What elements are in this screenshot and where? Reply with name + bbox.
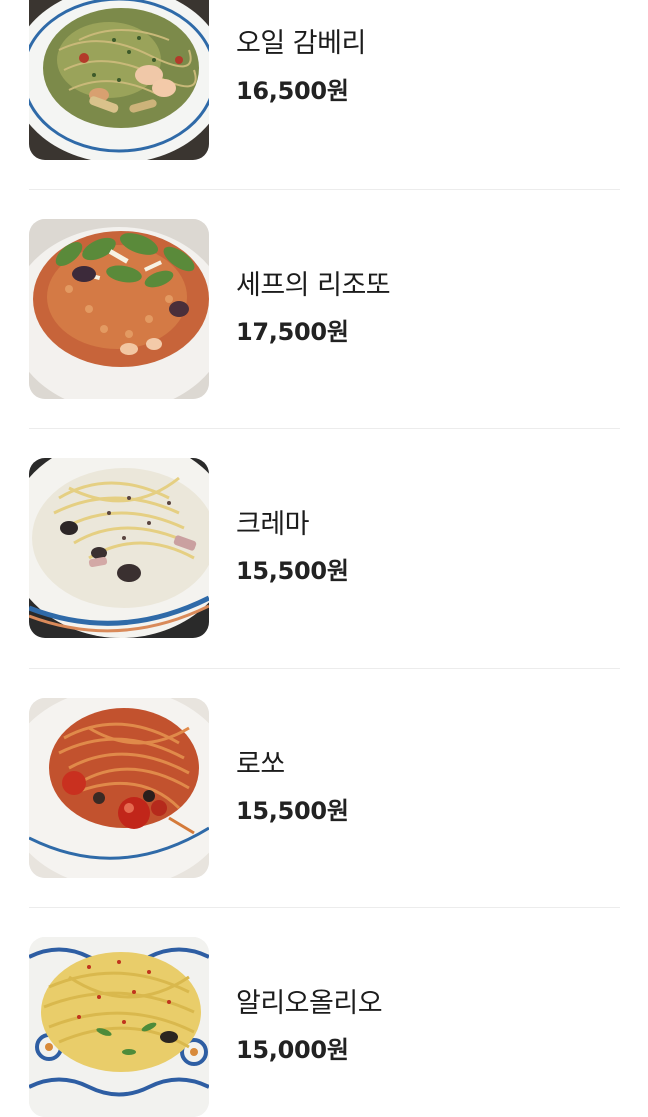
divider bbox=[29, 189, 620, 190]
divider bbox=[29, 428, 620, 429]
menu-item-chef-risotto[interactable]: 세프의 리조또 17,500원 bbox=[29, 219, 620, 399]
menu-item-price: 15,000원 bbox=[236, 1036, 349, 1064]
menu-item-crema[interactable]: 크레마 15,500원 bbox=[29, 458, 620, 638]
menu-item-name: 알리오올리오 bbox=[236, 988, 383, 1019]
oil-gamberi-pasta-photo bbox=[29, 0, 209, 160]
menu-item-aglio-olio[interactable]: 알리오올리오 15,000원 bbox=[29, 937, 620, 1117]
menu-item-photo bbox=[29, 458, 209, 638]
menu-item-name: 세프의 리조또 bbox=[236, 270, 391, 301]
aglio-olio-pasta-photo bbox=[29, 937, 209, 1117]
menu-item-name: 로쏘 bbox=[236, 749, 285, 780]
menu-item-photo bbox=[29, 698, 209, 878]
menu-item-price: 15,500원 bbox=[236, 557, 349, 585]
menu-item-price: 16,500원 bbox=[236, 77, 349, 105]
menu-item-photo bbox=[29, 0, 209, 160]
rosso-pasta-photo bbox=[29, 698, 209, 878]
crema-pasta-photo bbox=[29, 458, 209, 638]
menu-item-price: 15,500원 bbox=[236, 797, 349, 825]
divider bbox=[29, 668, 620, 669]
menu-item-price: 17,500원 bbox=[236, 318, 349, 346]
menu-item-photo bbox=[29, 937, 209, 1117]
menu-item-rosso[interactable]: 로쏘 15,500원 bbox=[29, 698, 620, 878]
divider bbox=[29, 907, 620, 908]
menu-item-name: 크레마 bbox=[236, 509, 310, 540]
chef-risotto-photo bbox=[29, 219, 209, 399]
menu-item-oil-gamberi[interactable]: 오일 감베리 16,500원 bbox=[29, 0, 620, 160]
menu-item-name: 오일 감베리 bbox=[236, 28, 366, 59]
menu-item-photo bbox=[29, 219, 209, 399]
